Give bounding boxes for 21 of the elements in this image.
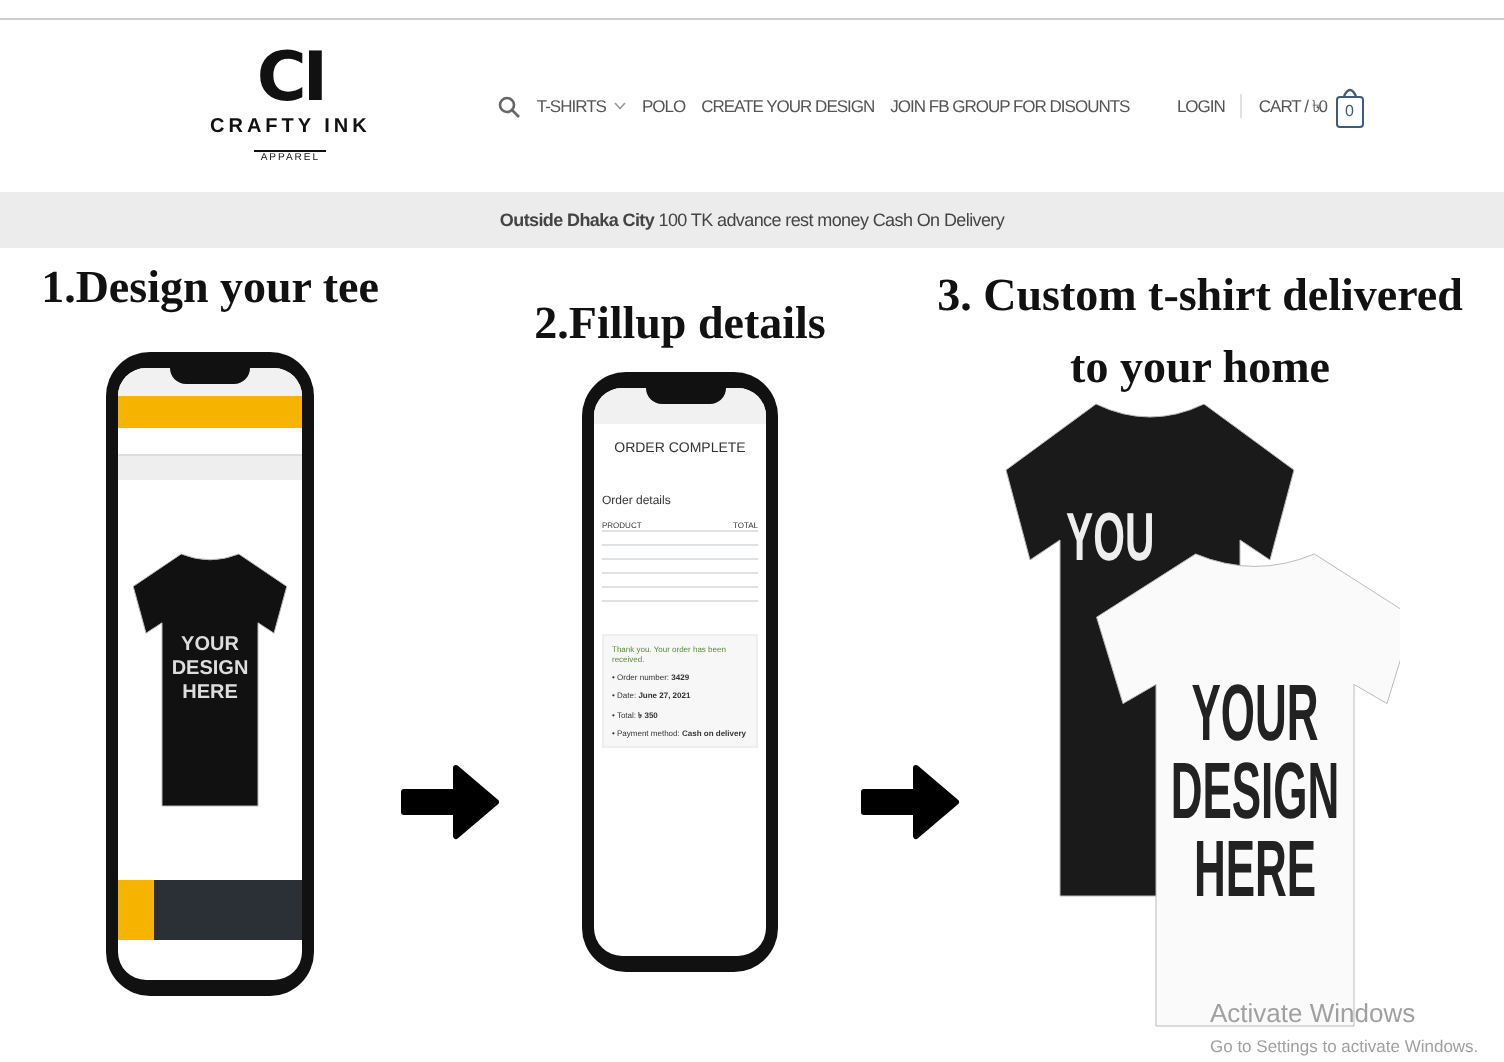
nav-link[interactable]: CREATE YOUR DESIGN bbox=[701, 93, 875, 119]
logo-mark: CI bbox=[256, 44, 324, 113]
bag-handle-icon bbox=[1341, 85, 1358, 95]
os-activation-hint: Go to Settings to activate Windows. bbox=[1210, 1034, 1479, 1058]
notice-text: Outside Dhaka City 100 TK advance rest money Cash On Delivery bbox=[499, 210, 1005, 230]
step-title: 1.Design your tee bbox=[41, 260, 379, 317]
search-icon bbox=[498, 95, 521, 117]
phone-notch bbox=[170, 364, 250, 385]
logo-name: CRAFTY INK bbox=[210, 114, 371, 143]
phone-notch bbox=[646, 384, 726, 405]
step-title: to your home bbox=[1070, 340, 1330, 397]
step-title: 3. Custom t-shirt delivered bbox=[937, 268, 1463, 324]
nav-link[interactable]: T-SHIRTS bbox=[536, 93, 626, 119]
cart-link[interactable]: CART / ৳0 bbox=[1242, 93, 1328, 119]
login-link[interactable]: LOGIN bbox=[1176, 93, 1243, 119]
nav-link[interactable]: POLO bbox=[641, 93, 686, 119]
step-title: 2.Fillup details bbox=[534, 296, 826, 352]
tshirt-drawing: YOUR DESIGN HERE bbox=[130, 550, 290, 811]
nav-link[interactable]: JOIN FB GROUP FOR DISOUNTS bbox=[890, 93, 1130, 119]
os-activation-title: Activate Windows bbox=[1210, 998, 1416, 1030]
cart-count[interactable]: 0 bbox=[1335, 95, 1364, 127]
